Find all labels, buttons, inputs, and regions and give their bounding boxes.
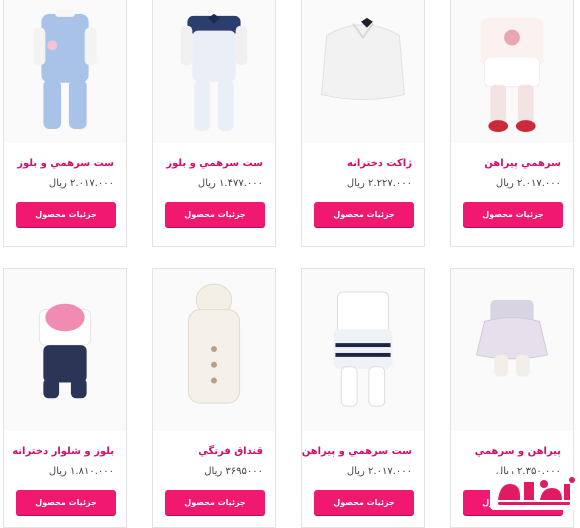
product-image[interactable] <box>153 269 275 431</box>
product-title[interactable]: ژاکت دخترانه <box>347 158 412 169</box>
product-price: ۲.۰۱۷.۰۰۰ ريال <box>495 178 561 189</box>
product-card[interactable]: بلوز و شلوار دخترانه ۱.۸۱۰.۰۰۰ ريال جزئي… <box>3 268 127 528</box>
product-title[interactable]: قنداق فرنگي <box>198 446 263 457</box>
product-card[interactable]: ژاکت دخترانه ۲.۲۲۷.۰۰۰ ريال جزئيات محصول <box>301 0 425 247</box>
site-logo[interactable] <box>490 472 576 512</box>
product-card[interactable]: ست سرهمي و بلوز ۱.۴۷۷.۰۰۰ ريال جزئيات مح… <box>152 0 276 247</box>
product-details-button[interactable]: جزئيات محصول <box>314 490 414 515</box>
product-image[interactable] <box>4 0 126 143</box>
product-card[interactable]: ست سرهمي و پيراهن ۲.۰۱۷.۰۰۰ ريال جزئيات … <box>301 268 425 528</box>
product-image[interactable] <box>4 269 126 431</box>
product-details-button[interactable]: جزئيات محصول <box>16 490 116 515</box>
product-details-button[interactable]: جزئيات محصول <box>463 202 563 227</box>
product-title[interactable]: ست سرهمي و پيراهن <box>302 446 412 457</box>
product-image[interactable] <box>451 0 573 143</box>
product-image[interactable] <box>302 269 424 431</box>
product-image[interactable] <box>451 269 573 431</box>
product-title[interactable]: بلوز و شلوار دخترانه <box>12 446 114 457</box>
product-title[interactable]: سرهمي پيراهن <box>484 158 561 169</box>
product-price: ۱.۸۱۰.۰۰۰ ريال <box>48 466 114 477</box>
product-details-button[interactable]: جزئيات محصول <box>165 202 265 227</box>
product-price: ۲.۰۱۷.۰۰۰ ريال <box>346 466 412 477</box>
product-card[interactable]: سرهمي پيراهن ۲.۰۱۷.۰۰۰ ريال جزئيات محصول <box>450 0 574 247</box>
product-image[interactable] <box>302 0 424 143</box>
product-image[interactable] <box>153 0 275 143</box>
product-card[interactable]: قنداق فرنگي ۳۶۹۵۰۰۰ ريال جزئيات محصول <box>152 268 276 528</box>
product-price: ۲.۲۲۷.۰۰۰ ريال <box>346 178 412 189</box>
product-details-button[interactable]: جزئيات محصول <box>165 490 265 515</box>
product-card[interactable]: ست سرهمي و بلوز ۲.۰۱۷.۰۰۰ ريال جزئيات مح… <box>3 0 127 247</box>
product-title[interactable]: ست سرهمي و بلوز <box>166 158 263 169</box>
product-details-button[interactable]: جزئيات محصول <box>314 202 414 227</box>
product-details-button[interactable]: جزئيات محصول <box>16 202 116 227</box>
product-price: ۱.۴۷۷.۰۰۰ ريال <box>197 178 263 189</box>
product-price: ۲.۰۱۷.۰۰۰ ريال <box>48 178 114 189</box>
product-title[interactable]: پيراهن و سرهمي <box>475 446 561 457</box>
product-title[interactable]: ست سرهمي و بلوز <box>17 158 114 169</box>
product-price: ۳۶۹۵۰۰۰ ريال <box>204 466 263 477</box>
